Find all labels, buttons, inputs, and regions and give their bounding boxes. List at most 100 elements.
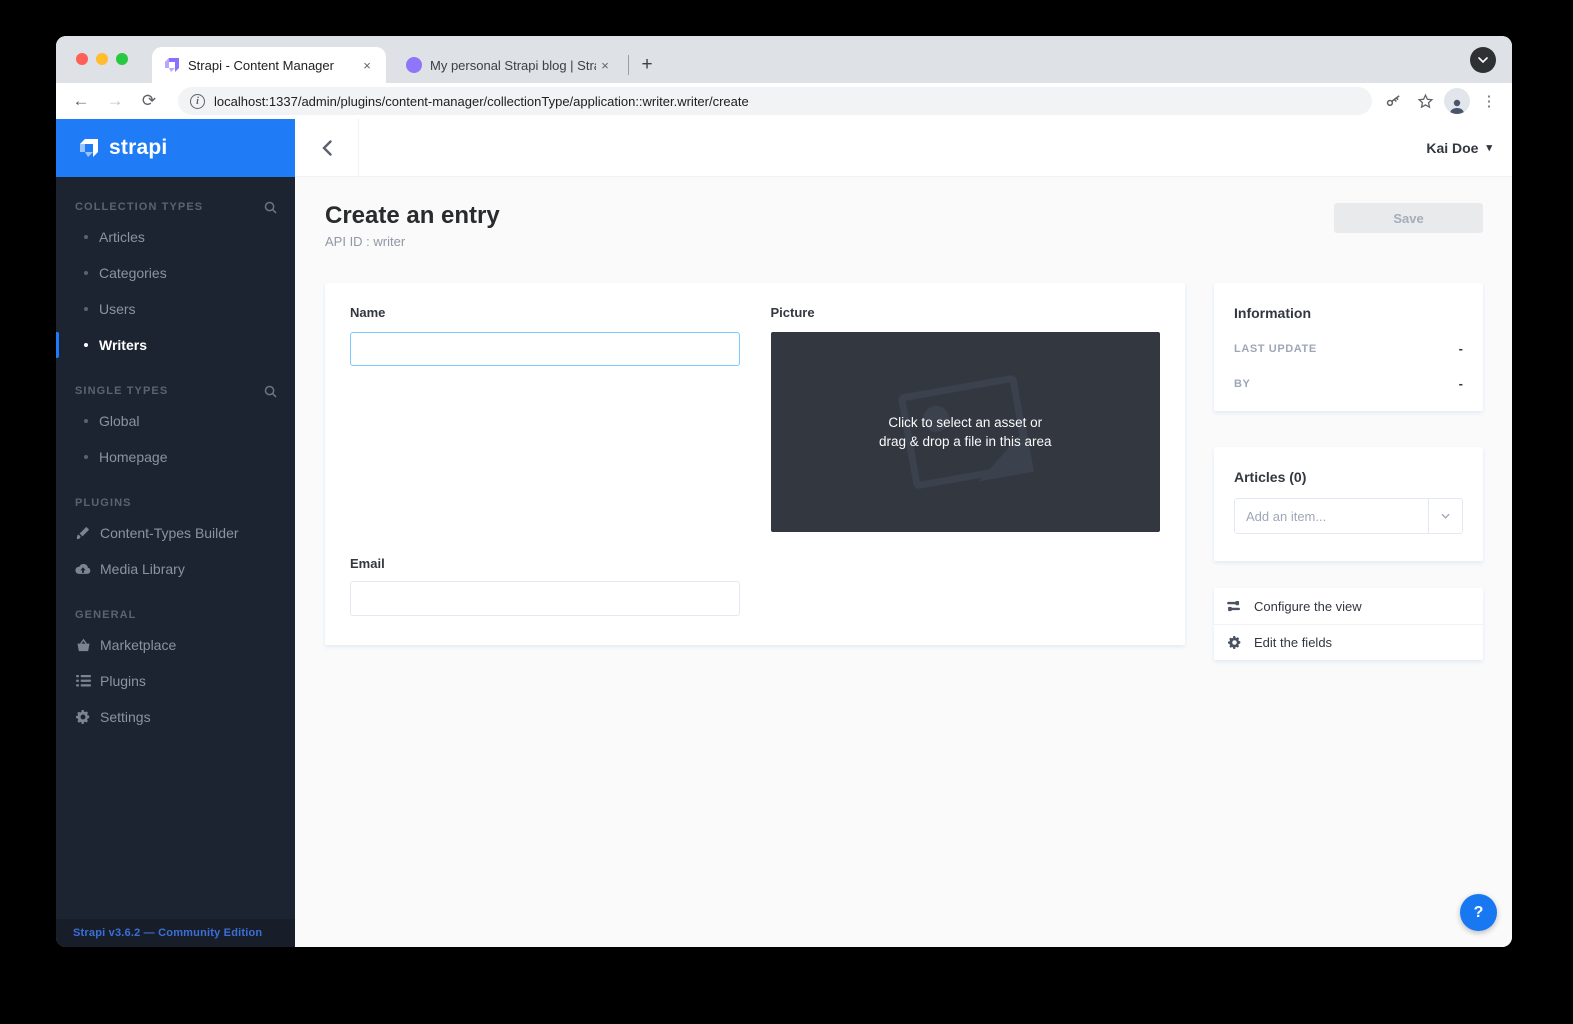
search-icon[interactable] (264, 201, 277, 214)
info-row-last-update: LAST UPDATE - (1234, 341, 1463, 356)
section-title: GENERAL (75, 609, 136, 621)
window-controls (76, 53, 128, 65)
sidebar-item-writers[interactable]: Writers (56, 327, 295, 363)
gear-icon (75, 710, 91, 724)
sidebar-item-articles[interactable]: Articles (56, 219, 295, 255)
zoom-window-button[interactable] (116, 53, 128, 65)
chevron-down-icon: ▾ (1486, 141, 1492, 154)
info-value: - (1459, 376, 1463, 391)
save-button[interactable]: Save (1334, 203, 1483, 233)
email-input[interactable] (350, 581, 740, 616)
articles-title: Articles (0) (1234, 469, 1463, 485)
chevron-down-icon (1478, 57, 1488, 63)
browser-menu-icon[interactable]: ⋮ (1476, 88, 1502, 114)
chevron-down-icon[interactable] (1428, 499, 1462, 533)
help-button[interactable]: ? (1460, 894, 1497, 931)
section-title: SINGLE TYPES (75, 385, 168, 397)
close-tab-icon[interactable]: × (358, 56, 376, 74)
sidebar-item-label: Homepage (99, 449, 168, 465)
minimize-window-button[interactable] (96, 53, 108, 65)
back-button[interactable]: ← (68, 88, 94, 114)
sidebar-item-label: Categories (99, 265, 167, 281)
view-links-card: Configure the view Edit the fields (1214, 588, 1483, 660)
cloud-upload-icon (75, 563, 91, 575)
info-value: - (1459, 341, 1463, 356)
articles-relation-card: Articles (0) Add an item... (1214, 447, 1483, 561)
sidebar-item-content-types-builder[interactable]: Content-Types Builder (56, 515, 295, 551)
info-row-by: BY - (1234, 376, 1463, 391)
select-placeholder: Add an item... (1235, 499, 1428, 533)
address-bar[interactable]: i localhost:1337/admin/plugins/content-m… (178, 87, 1372, 115)
tab-strapi-content-manager[interactable]: Strapi - Content Manager × (152, 47, 386, 83)
user-menu[interactable]: Kai Doe ▾ (1426, 140, 1492, 156)
name-input[interactable] (350, 332, 740, 366)
info-label: BY (1234, 378, 1250, 390)
link-label: Configure the view (1254, 599, 1362, 614)
edit-fields-link[interactable]: Edit the fields (1214, 624, 1483, 660)
sidebar-item-categories[interactable]: Categories (56, 255, 295, 291)
sidebar-item-users[interactable]: Users (56, 291, 295, 327)
sidebar-item-global[interactable]: Global (56, 403, 295, 439)
forward-button[interactable]: → (102, 88, 128, 114)
bookmark-star-icon[interactable] (1412, 88, 1438, 114)
sidebar-item-label: Global (99, 413, 139, 429)
bullet-icon (84, 235, 88, 239)
section-plugins: PLUGINS Content-Types Builder (56, 493, 295, 587)
sliders-icon (1227, 601, 1242, 612)
information-card: Information LAST UPDATE - BY - (1214, 283, 1483, 411)
bullet-icon (84, 419, 88, 423)
blog-favicon-icon (406, 57, 422, 73)
sidebar-item-plugins[interactable]: Plugins (56, 663, 295, 699)
version-link[interactable]: Strapi v3.6.2 — Community Edition (73, 927, 262, 939)
page-title: Create an entry (325, 203, 500, 229)
reload-button[interactable]: ⟳ (136, 88, 162, 114)
page-subtitle: API ID : writer (325, 234, 500, 249)
strapi-logo[interactable]: strapi (56, 119, 295, 177)
sidebar-item-label: Content-Types Builder (100, 525, 239, 541)
section-single-types: SINGLE TYPES Global Homepage (56, 381, 295, 475)
name-field-label: Name (350, 305, 740, 320)
strapi-logo-icon (78, 137, 100, 159)
password-key-icon[interactable] (1380, 88, 1406, 114)
close-tab-icon[interactable]: × (596, 56, 614, 74)
url-text: localhost:1337/admin/plugins/content-man… (214, 94, 749, 109)
app-header: Kai Doe ▾ (295, 119, 1512, 177)
site-info-icon[interactable]: i (190, 94, 205, 109)
profile-avatar[interactable] (1444, 88, 1470, 114)
side-panel: Information LAST UPDATE - BY - Arti (1214, 283, 1483, 660)
entry-form-card: Name Email Picture (325, 283, 1185, 645)
strapi-sidebar: strapi COLLECTION TYPES Articles (56, 119, 295, 947)
tab-search-button[interactable] (1470, 47, 1496, 73)
user-name: Kai Doe (1426, 140, 1478, 156)
sidebar-item-label: Media Library (100, 561, 185, 577)
sidebar-item-settings[interactable]: Settings (56, 699, 295, 735)
picture-field-label: Picture (771, 305, 1161, 320)
browser-toolbar: ← → ⟳ i localhost:1337/admin/plugins/con… (56, 83, 1512, 119)
tab-strapi-blog[interactable]: My personal Strapi blog | Strap × (394, 47, 624, 83)
close-window-button[interactable] (76, 53, 88, 65)
section-title: COLLECTION TYPES (75, 201, 203, 213)
brush-icon (75, 526, 91, 540)
picture-dropzone[interactable]: Click to select an asset or drag & drop … (771, 332, 1161, 532)
new-tab-button[interactable]: + (633, 51, 661, 79)
configure-view-link[interactable]: Configure the view (1214, 588, 1483, 624)
sidebar-item-media-library[interactable]: Media Library (56, 551, 295, 587)
information-title: Information (1234, 305, 1463, 321)
link-label: Edit the fields (1254, 635, 1332, 650)
bullet-icon (84, 455, 88, 459)
back-nav-button[interactable] (295, 119, 359, 176)
section-general: GENERAL Marketplace (56, 605, 295, 735)
sidebar-item-marketplace[interactable]: Marketplace (56, 627, 295, 663)
chevron-left-icon (322, 140, 332, 156)
strapi-wordmark: strapi (109, 136, 167, 160)
gear-icon (1227, 636, 1242, 649)
sidebar-item-homepage[interactable]: Homepage (56, 439, 295, 475)
section-title: PLUGINS (75, 497, 132, 509)
search-icon[interactable] (264, 385, 277, 398)
add-article-select[interactable]: Add an item... (1234, 498, 1463, 534)
sidebar-item-label: Plugins (100, 673, 146, 689)
sidebar-item-label: Marketplace (100, 637, 176, 653)
sidebar-footer: Strapi v3.6.2 — Community Edition (56, 919, 295, 947)
email-field-label: Email (350, 556, 740, 571)
tab-divider (628, 55, 629, 75)
